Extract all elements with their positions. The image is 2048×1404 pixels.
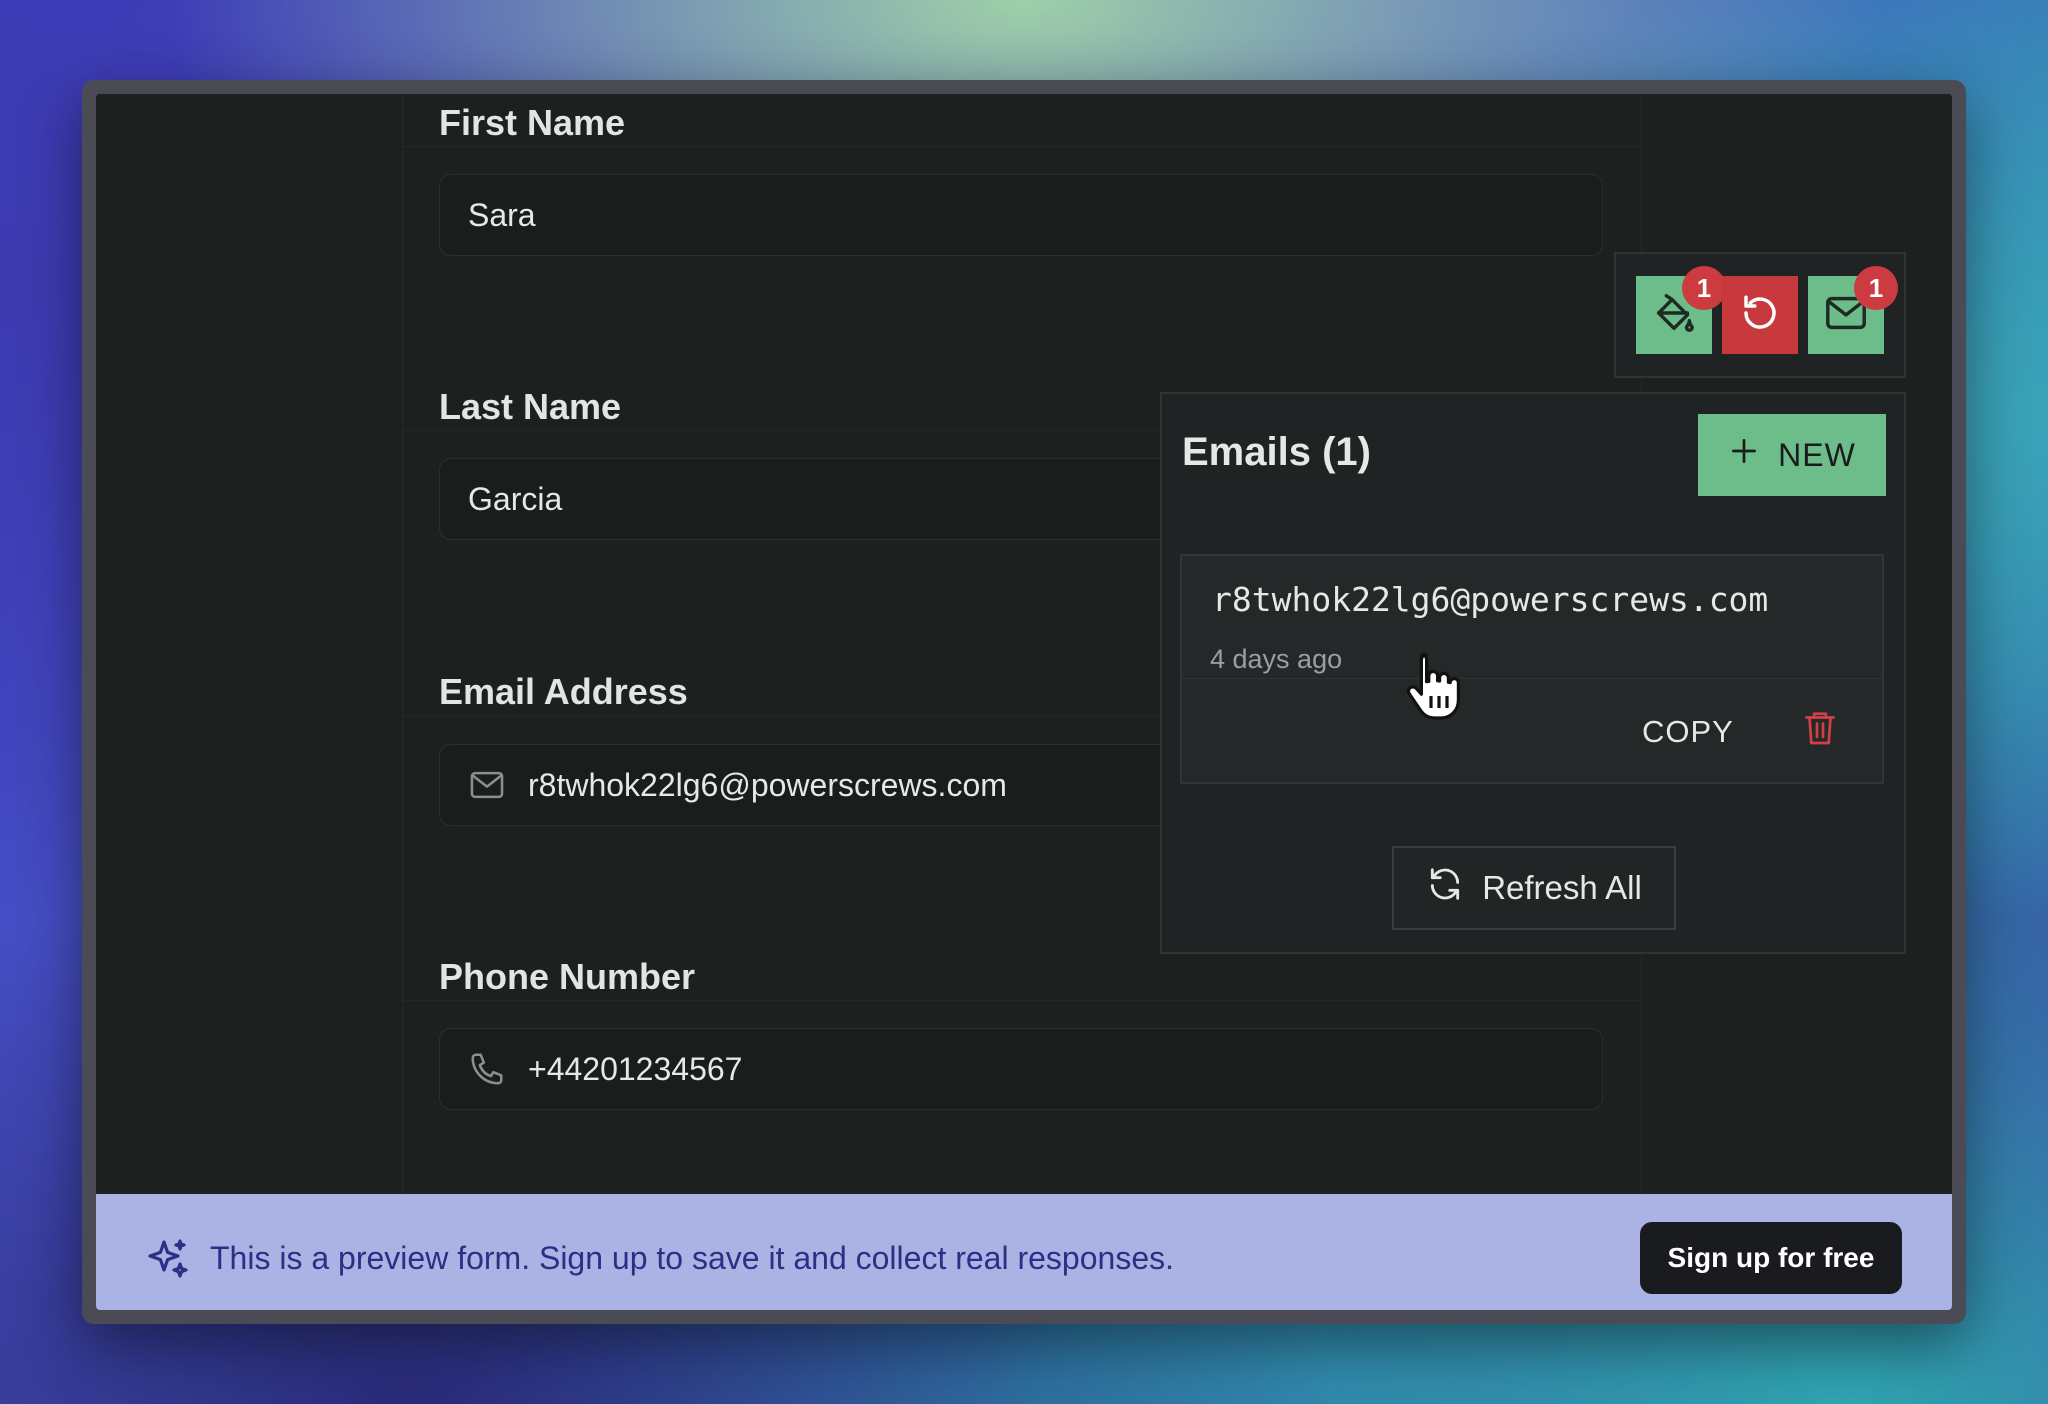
new-email-label: NEW <box>1778 436 1856 473</box>
sparkles-icon <box>144 1236 192 1284</box>
first-name-input[interactable]: Sara <box>439 174 1603 256</box>
preview-banner: This is a preview form. Sign up to save … <box>96 1194 1952 1310</box>
refresh-all-button[interactable]: Refresh All <box>1392 846 1676 930</box>
sign-up-button[interactable]: Sign up for free <box>1640 1222 1902 1294</box>
extension-toolbar: 1 1 <box>1614 252 1906 378</box>
email-address-label: Email Address <box>439 671 688 712</box>
card-divider <box>1182 678 1882 679</box>
email-age: 4 days ago <box>1210 644 1343 674</box>
reset-button[interactable] <box>1722 276 1798 354</box>
last-name-value: Garcia <box>468 480 563 517</box>
phone-number-input[interactable]: +44201234567 <box>439 1028 1603 1110</box>
email-item: r8twhok22lg6@powerscrews.com 4 days ago … <box>1180 554 1884 784</box>
hand-cursor-icon <box>1402 650 1466 720</box>
preview-banner-text: This is a preview form. Sign up to save … <box>210 1240 1174 1276</box>
last-name-label: Last Name <box>439 386 622 427</box>
first-name-label: First Name <box>439 102 626 143</box>
mail-icon <box>468 766 506 804</box>
form-screen: First Name Sara Last Name Garcia Email A… <box>96 94 1952 1310</box>
emails-panel-title: Emails (1) <box>1182 430 1371 474</box>
generated-email-address: r8twhok22lg6@powerscrews.com <box>1212 580 1769 619</box>
phone-number-label: Phone Number <box>439 956 696 997</box>
first-name-value: Sara <box>468 196 536 233</box>
refresh-all-label: Refresh All <box>1482 869 1642 906</box>
phone-number-value: +44201234567 <box>528 1050 743 1087</box>
email-address-value: r8twhok22lg6@powerscrews.com <box>528 766 1007 803</box>
email-count-badge: 1 <box>1854 266 1898 310</box>
phone-icon <box>468 1050 506 1088</box>
autofill-badge: 1 <box>1682 266 1726 310</box>
browser-window: First Name Sara Last Name Garcia Email A… <box>82 80 1966 1324</box>
copy-email-button[interactable]: COPY <box>1642 714 1734 750</box>
field-divider <box>403 146 1641 147</box>
emails-panel: Emails (1) NEW r8twhok22lg6@powerscrews.… <box>1160 392 1906 954</box>
autofill-button[interactable]: 1 <box>1636 266 1726 354</box>
emails-toggle-button[interactable]: 1 <box>1808 266 1898 354</box>
trash-icon[interactable] <box>1802 708 1838 748</box>
plus-icon <box>1728 435 1760 475</box>
refresh-icon <box>1426 865 1464 911</box>
new-email-button[interactable]: NEW <box>1698 414 1886 496</box>
field-divider <box>403 1000 1641 1001</box>
reset-icon <box>1739 292 1781 338</box>
